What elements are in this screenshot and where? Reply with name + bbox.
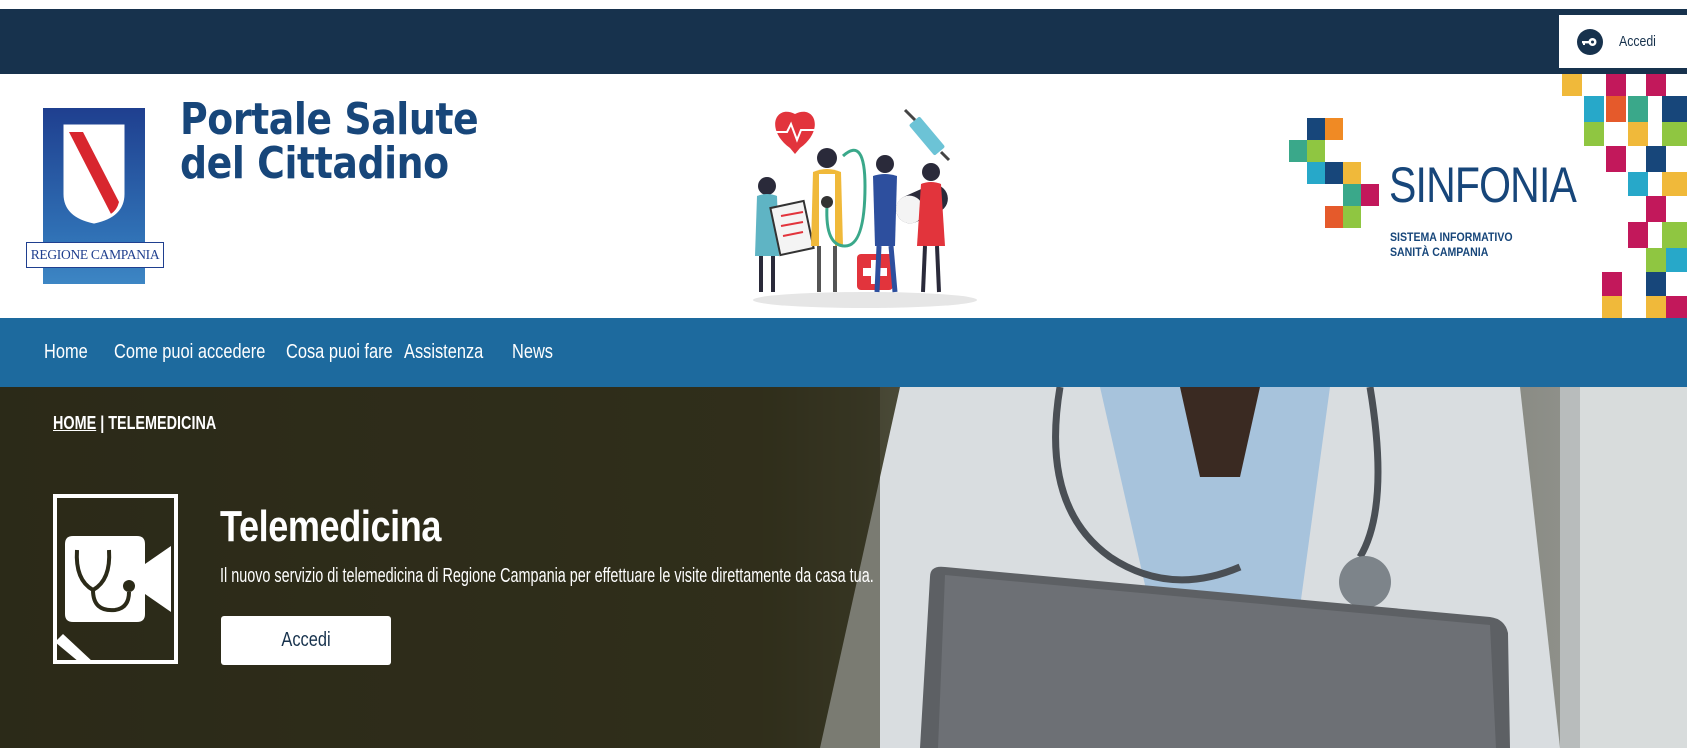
page-description: Il nuovo servizio di telemedicina di Reg… — [220, 565, 874, 587]
nav-item-cosa-puoi-fare[interactable]: Cosa puoi fare — [286, 341, 393, 364]
accedi-button-label: Accedi — [281, 629, 331, 651]
key-icon — [1577, 28, 1603, 55]
page-title: Telemedicina — [220, 502, 442, 551]
nav-item-come-puoi-accedere[interactable]: Come puoi accedere — [114, 341, 265, 364]
nav-item-assistenza[interactable]: Assistenza — [404, 341, 483, 364]
breadcrumb-home-link[interactable]: HOME — [53, 413, 96, 433]
portal-title-line1: Portale Salute — [180, 94, 479, 145]
breadcrumb-current: TELEMEDICINA — [108, 413, 217, 433]
top-bar: Accedi — [0, 9, 1687, 74]
color-mosaic — [1562, 74, 1687, 318]
crest-shield-icon — [63, 124, 125, 224]
site-header: REGIONE CAMPANIA Portale Salute del Citt… — [0, 74, 1687, 318]
sinfonia-sub-line2: SANITÀ CAMPANIA — [1390, 245, 1489, 259]
sinfonia-name: SINFONIA — [1389, 157, 1577, 213]
breadcrumb: HOME | TELEMEDICINA — [53, 413, 216, 434]
accedi-button[interactable]: Accedi — [221, 616, 391, 665]
portal-title-line2: del Cittadino — [180, 138, 449, 189]
sinfonia-logo[interactable]: SINFONIA SISTEMA INFORMATIVO SANITÀ CAMP… — [1287, 118, 1577, 278]
hero-section: HOME | TELEMEDICINA Telemedicina Il nuov… — [0, 387, 1687, 748]
sinfonia-subtitle: SISTEMA INFORMATIVO SANITÀ CAMPANIA — [1390, 230, 1513, 260]
sinfonia-mark-icon — [1289, 118, 1379, 228]
portal-title: Portale Salute del Cittadino — [180, 94, 479, 189]
health-illustration — [753, 108, 977, 308]
main-nav: Home Come puoi accedere Cosa puoi fare A… — [0, 318, 1687, 387]
top-strip — [0, 0, 1687, 9]
login-button[interactable]: Accedi — [1559, 15, 1687, 68]
breadcrumb-separator: | — [96, 413, 109, 433]
sinfonia-sub-line1: SISTEMA INFORMATIVO — [1390, 230, 1513, 244]
telemedicine-icon — [53, 494, 178, 664]
regione-campania-logo[interactable]: REGIONE CAMPANIA — [26, 108, 166, 284]
nav-item-home[interactable]: Home — [44, 341, 88, 364]
region-label: REGIONE CAMPANIA — [26, 242, 164, 268]
nav-item-news[interactable]: News — [512, 341, 561, 364]
login-label: Accedi — [1619, 33, 1656, 50]
